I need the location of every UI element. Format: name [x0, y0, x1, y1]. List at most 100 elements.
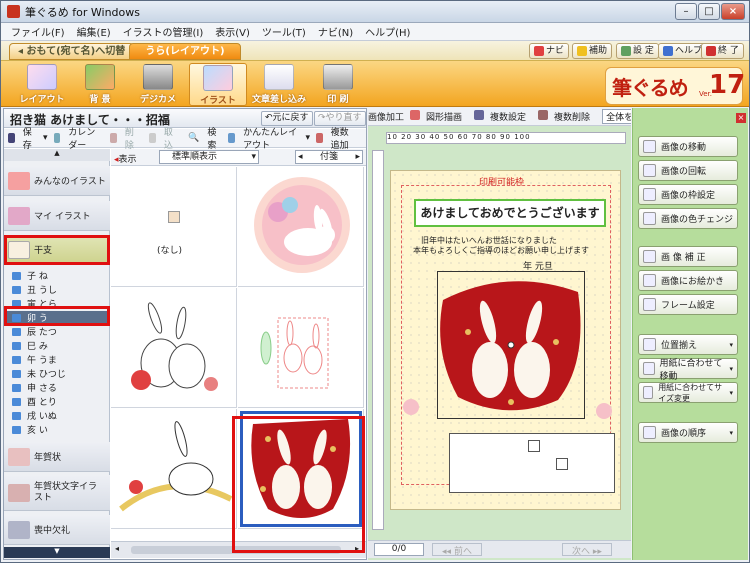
eto-item-uma[interactable]: 午 うま: [4, 353, 110, 366]
easy-layout-icon: [228, 133, 236, 143]
eto-item-tatsu[interactable]: 辰 たつ: [4, 325, 110, 338]
maximize-button[interactable]: □: [698, 3, 720, 20]
address-table[interactable]: [449, 433, 615, 493]
menu-edit[interactable]: 編集(E): [71, 24, 117, 39]
image-correct-button[interactable]: 画 像 補 正: [638, 246, 738, 267]
image-selection-box[interactable]: [437, 271, 585, 419]
panel-close-icon[interactable]: ×: [736, 113, 746, 123]
layout-tool[interactable]: レイアウト: [13, 63, 71, 106]
shape-icon: [410, 110, 421, 120]
category-my[interactable]: マイ イラスト: [4, 201, 110, 231]
easy-layout-button[interactable]: かんたんレイアウト ▾: [228, 125, 310, 151]
undo-button[interactable]: ↶元に戻す: [261, 111, 313, 126]
image-move-button[interactable]: 画像の移動: [638, 136, 738, 157]
prev-tag-icon: ◂: [298, 152, 303, 162]
category-mochu[interactable]: 喪中欠礼: [4, 515, 110, 545]
fit-resize-button[interactable]: 用紙に合わせてサイズ変更 ▾: [638, 382, 738, 403]
category-nengajo-moji[interactable]: 年賀状文字イラスト: [4, 475, 110, 511]
hojo-button[interactable]: 補助: [572, 43, 613, 59]
menu-tools[interactable]: ツール(T): [256, 24, 312, 39]
prev-page-button[interactable]: ◂◂ 前へ: [432, 543, 482, 557]
body-text-2[interactable]: 本年もよろしくご指導のほどお願い申し上げます: [413, 245, 589, 256]
image-edit-button[interactable]: 画像加工: [368, 110, 404, 123]
chevron-down-icon: ▾: [729, 388, 733, 397]
multi-delete-button[interactable]: 複数削除: [538, 110, 596, 123]
delete-button[interactable]: 削除: [110, 125, 143, 151]
illust-cell-nashi[interactable]: (なし): [111, 167, 237, 287]
scroll-down-arrow[interactable]: ▼: [4, 547, 110, 558]
eto-item-saru[interactable]: 申 さる: [4, 381, 110, 394]
take-button[interactable]: 取込: [149, 125, 182, 151]
minimize-button[interactable]: –: [675, 3, 697, 20]
image-order-button[interactable]: 画像の順序 ▾: [638, 422, 738, 443]
eto-item-ne[interactable]: 子 ね: [4, 269, 110, 282]
align-button[interactable]: 位置揃え ▾: [638, 334, 738, 355]
calendar-button[interactable]: カレンダー: [53, 125, 105, 151]
eto-item-tori[interactable]: 酉 とり: [4, 395, 110, 408]
eto-item-mi[interactable]: 巳 み: [4, 339, 110, 352]
menu-file[interactable]: ファイル(F): [5, 24, 71, 39]
switch-omote-button[interactable]: ◂ おもて(宛て名)へ切替: [9, 43, 135, 60]
fit-move-button[interactable]: 用紙に合わせて移動 ▾: [638, 358, 738, 382]
illust-cell-rabbit-4[interactable]: [111, 409, 237, 529]
menu-view[interactable]: 表示(V): [209, 24, 256, 39]
print-tool[interactable]: 印 刷: [309, 63, 367, 106]
eto-item-hitsuji[interactable]: 未 ひつじ: [4, 367, 110, 380]
app-icon: [7, 5, 20, 18]
calendar-icon: [53, 133, 61, 143]
greeting-text[interactable]: あけましておめでとうございます: [414, 199, 606, 227]
illust-cell-rabbit-2[interactable]: [111, 288, 237, 408]
save-button[interactable]: 保存 ▾: [8, 125, 48, 151]
image-draw-button[interactable]: 画像にお絵かき: [638, 270, 738, 291]
digicame-tool[interactable]: デジカメ: [129, 63, 187, 106]
folder-icon: [12, 383, 21, 392]
haikei-tool[interactable]: 背 景: [71, 63, 129, 106]
multi-add-button[interactable]: 複数追加: [316, 125, 360, 151]
search-icon: 🔍: [188, 133, 200, 143]
people-icon: [8, 171, 30, 190]
tag-select[interactable]: ◂ 付箋 ▸: [295, 150, 363, 164]
shape-draw-button[interactable]: 図形描画: [410, 110, 468, 123]
eto-item-inu[interactable]: 戌 いぬ: [4, 409, 110, 422]
sort-select[interactable]: 標準順表示 ▾: [159, 150, 259, 164]
bunsho-tool[interactable]: 文章差し込み: [249, 63, 309, 106]
close-button[interactable]: ×: [721, 3, 745, 20]
exit-button[interactable]: 終 了: [701, 43, 744, 59]
horizontal-ruler: 10 20 30 40 50 60 70 80 90 100: [386, 132, 626, 144]
menu-illust-manage[interactable]: イラストの管理(I): [117, 24, 210, 39]
folder-icon: [12, 397, 21, 406]
zoom-select[interactable]: 全体を表示 ▾: [602, 109, 631, 124]
multi-add-icon: [316, 133, 323, 143]
canvas-toolbar: 画像加工 図形描画 複数設定 複数削除 全体を表示 ▾: [368, 108, 631, 126]
fit-resize-icon: [643, 386, 654, 399]
menu-help[interactable]: ヘルプ(H): [359, 24, 416, 39]
camera-icon: [143, 64, 173, 90]
rabbit-pair-illust: [131, 302, 218, 391]
folder-icon: [12, 327, 21, 336]
scroll-left-icon[interactable]: ◂: [115, 544, 119, 553]
category-nengajo[interactable]: 年賀状: [4, 442, 110, 472]
navi-icon: [534, 46, 544, 56]
next-icon: ▸▸: [590, 547, 602, 557]
frame-setting-button[interactable]: フレーム設定: [638, 294, 738, 315]
logo-ver-label: Ver.: [699, 90, 713, 98]
illust-cell-rabbit-3[interactable]: [238, 288, 364, 408]
tab-ura-layout[interactable]: うら(レイアウト): [129, 43, 241, 60]
navi-button[interactable]: ナビ: [529, 43, 570, 59]
search-button[interactable]: 🔍 検 索: [188, 125, 222, 151]
image-color-button[interactable]: 画像の色チェンジ: [638, 208, 738, 229]
redo-button[interactable]: ↷やり直す: [314, 111, 366, 126]
category-minna[interactable]: みんなのイラスト: [4, 166, 110, 196]
settings-button[interactable]: 設 定: [616, 43, 659, 59]
scroll-up-arrow[interactable]: ▲: [4, 149, 110, 161]
image-frame-button[interactable]: 画像の枠設定: [638, 184, 738, 205]
eto-item-ushi[interactable]: 丑 うし: [4, 283, 110, 296]
menu-navi[interactable]: ナビ(N): [312, 24, 359, 39]
multi-setting-button[interactable]: 複数設定: [474, 110, 532, 123]
illust-cell-rabbit-1[interactable]: [238, 167, 364, 287]
image-rotate-button[interactable]: 画像の回転: [638, 160, 738, 181]
illust-tool[interactable]: イラスト: [189, 63, 247, 106]
help-button[interactable]: ヘルプ: [658, 43, 708, 59]
eto-item-i[interactable]: 亥 い: [4, 423, 110, 436]
next-page-button[interactable]: 次へ ▸▸: [562, 543, 612, 557]
